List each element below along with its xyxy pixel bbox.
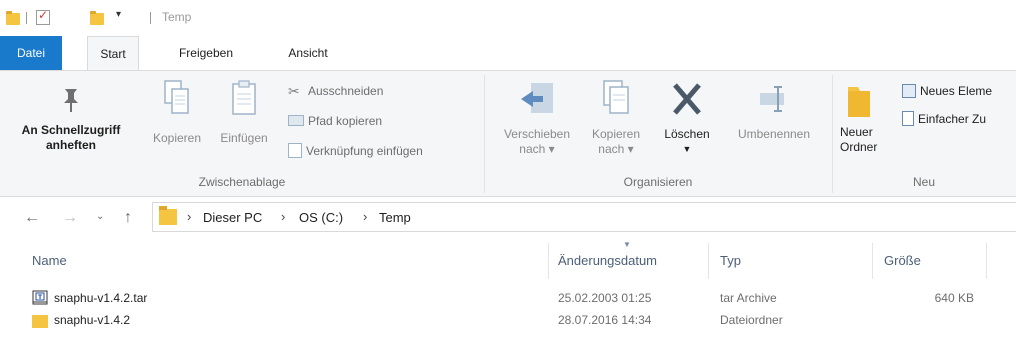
breadcrumb-chevron-icon[interactable]: › — [187, 209, 191, 224]
navigation-bar: ← → ⌄ ↑ › Dieser PC › OS (C:) › Temp — [0, 197, 1016, 237]
new-folder-quick-icon[interactable] — [90, 11, 104, 25]
up-arrow-icon[interactable]: ↑ — [124, 209, 132, 227]
new-item-button[interactable]: Neues Eleme — [902, 80, 992, 100]
move-to-label-2: nach ▾ — [519, 142, 555, 156]
ribbon: An Schnellzugriff anheften Kopieren Einf… — [0, 70, 1016, 197]
back-arrow-icon[interactable]: ← — [24, 209, 40, 227]
tab-file[interactable]: Datei — [0, 36, 62, 70]
cut-button[interactable]: ✂ Ausschneiden — [288, 80, 383, 100]
clipboard-group-label: Zwischenablage — [198, 175, 286, 189]
list-item[interactable]: T snaphu-v1.4.2.tar 25.02.2003 01:25 tar… — [0, 287, 1016, 309]
file-type: tar Archive — [720, 291, 777, 305]
file-name: snaphu-v1.4.2 — [54, 313, 131, 327]
address-bar[interactable]: › Dieser PC › OS (C:) › Temp — [152, 202, 1016, 232]
sort-arrow-icon: ▼ — [623, 240, 631, 249]
file-size — [884, 309, 974, 331]
folder-icon — [32, 315, 48, 328]
pin-label-1: An Schnellzugriff — [21, 123, 121, 137]
new-folder-icon — [848, 87, 870, 117]
delete-label: Löschen — [664, 127, 710, 141]
file-date: 28.07.2016 14:34 — [558, 313, 652, 327]
breadcrumb-os-c[interactable]: OS (C:) — [299, 210, 343, 225]
divider — [150, 12, 151, 24]
new-folder-label-1: Neuer — [840, 125, 873, 139]
delete-x-icon — [673, 83, 701, 115]
shortcut-icon — [288, 143, 302, 159]
file-type: Dateiordner — [720, 313, 783, 327]
ribbon-tabs: Datei Start Freigeben Ansicht — [0, 36, 1016, 71]
column-divider[interactable] — [986, 243, 987, 279]
file-list: Name ▼ Änderungsdatum Typ Größe T snaphu… — [0, 237, 1016, 340]
rename-button[interactable]: Umbenennen — [722, 79, 826, 142]
file-size: 640 KB — [934, 291, 974, 305]
move-to-label-1: Verschieben — [503, 127, 571, 141]
column-header-name[interactable]: Name — [32, 249, 67, 273]
easy-access-icon — [902, 111, 914, 127]
copy-to-button[interactable]: Kopieren nach ▾ — [582, 79, 650, 157]
easy-access-button[interactable]: Einfacher Zu — [902, 108, 986, 128]
tab-share[interactable]: Freigeben — [161, 36, 251, 70]
paste-label: Einfügen — [220, 131, 268, 145]
copy-path-button[interactable]: Pfad kopieren — [288, 110, 382, 130]
archive-file-icon: T — [32, 290, 48, 305]
new-item-icon — [902, 83, 916, 98]
file-date: 25.02.2003 01:25 — [558, 291, 652, 305]
copy-button[interactable]: Kopieren — [144, 79, 210, 146]
copy-path-label: Pfad kopieren — [308, 113, 383, 128]
tab-view[interactable]: Ansicht — [272, 36, 344, 70]
organize-group-label: Organisieren — [623, 175, 693, 189]
window-title: Temp — [162, 10, 192, 24]
move-to-button[interactable]: Verschieben nach ▾ — [492, 79, 582, 157]
easy-access-label: Einfacher Zu — [918, 111, 987, 126]
title-bar: ▾ Temp — [0, 0, 1016, 36]
customize-toolbar-icon[interactable]: ▾ — [116, 9, 121, 20]
paste-shortcut-label: Verknüpfung einfügen — [306, 143, 423, 158]
column-divider[interactable] — [708, 243, 709, 279]
scissors-icon: ✂ — [288, 82, 300, 99]
folder-icon — [159, 206, 177, 225]
clipboard-icon — [232, 80, 256, 115]
copy-label: Kopieren — [152, 131, 202, 145]
breadcrumb-chevron-icon[interactable]: › — [281, 209, 285, 224]
recent-locations-chevron-icon[interactable]: ⌄ — [96, 211, 104, 222]
column-header-date[interactable]: Änderungsdatum — [558, 249, 657, 273]
new-folder-label-2: Ordner — [840, 140, 878, 154]
new-folder-button[interactable]: Neuer Ordner — [840, 83, 880, 155]
copy-to-label-1: Kopieren — [591, 127, 641, 141]
column-header-size[interactable]: Größe — [884, 249, 921, 273]
properties-icon[interactable] — [36, 8, 50, 25]
rename-label: Umbenennen — [737, 127, 811, 141]
copy-path-icon — [288, 115, 304, 127]
breadcrumb-this-pc[interactable]: Dieser PC — [203, 210, 262, 225]
file-name: snaphu-v1.4.2.tar — [54, 291, 148, 305]
pin-label-2: anheften — [45, 138, 96, 152]
list-item[interactable]: snaphu-v1.4.2 28.07.2016 14:34 Dateiordn… — [0, 309, 1016, 331]
pin-icon — [64, 89, 78, 112]
column-divider[interactable] — [548, 243, 549, 279]
pin-quick-access-button[interactable]: An Schnellzugriff anheften — [4, 79, 138, 153]
rename-icon — [760, 86, 784, 112]
new-item-label: Neues Eleme — [920, 83, 993, 98]
column-header-type[interactable]: Typ — [720, 249, 741, 273]
folder-app-icon — [6, 11, 20, 25]
cut-label: Ausschneiden — [308, 83, 384, 98]
breadcrumb-temp[interactable]: Temp — [379, 210, 411, 225]
divider — [26, 12, 27, 24]
paste-button[interactable]: Einfügen — [212, 79, 276, 146]
copy-icon — [164, 80, 189, 114]
delete-button[interactable]: Löschen ▼ — [658, 79, 716, 157]
copy-to-icon — [603, 80, 629, 114]
forward-arrow-icon[interactable]: → — [62, 209, 78, 227]
delete-dropdown-icon[interactable]: ▼ — [658, 142, 716, 157]
column-divider[interactable] — [872, 243, 873, 279]
move-to-icon — [521, 83, 553, 113]
breadcrumb-chevron-icon[interactable]: › — [363, 209, 367, 224]
new-group-label: Neu — [912, 175, 935, 189]
tab-start[interactable]: Start — [87, 36, 139, 71]
copy-to-label-2: nach ▾ — [598, 142, 634, 156]
paste-shortcut-button[interactable]: Verknüpfung einfügen — [288, 140, 423, 160]
